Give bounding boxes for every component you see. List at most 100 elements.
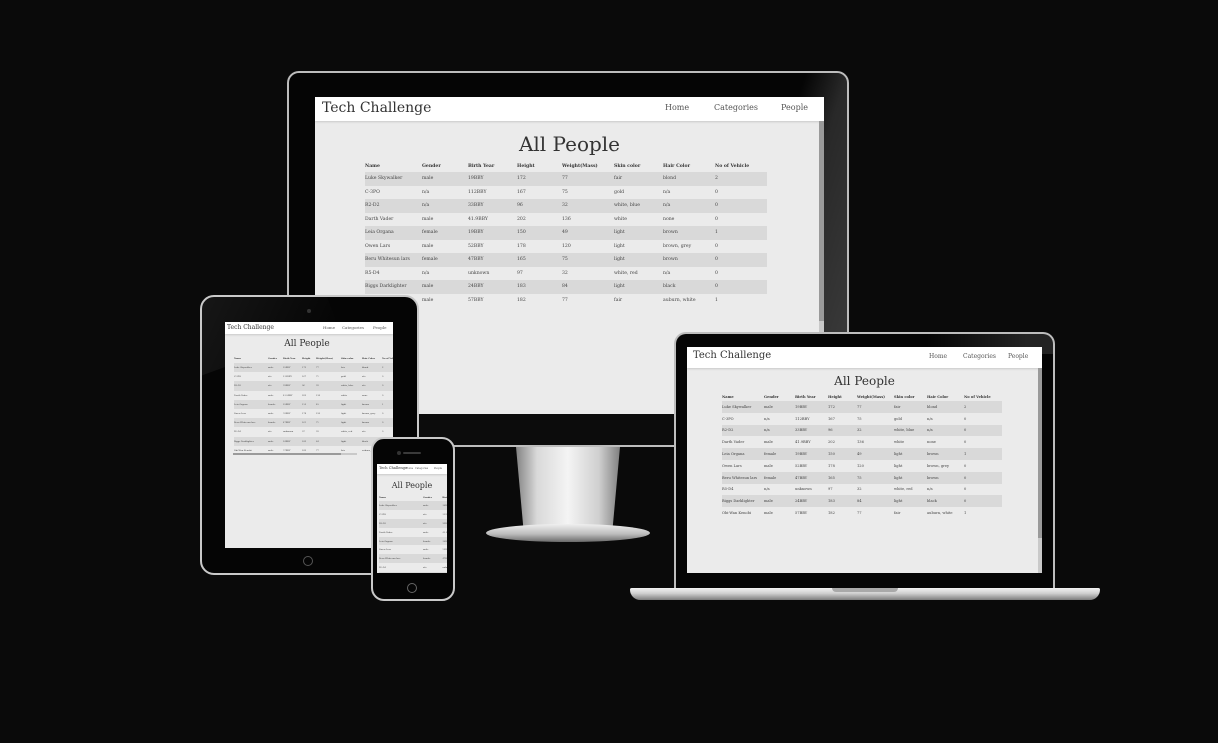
table-cell: Beru Whitesun lars [234, 418, 268, 428]
table-cell: Beru Whitesun lars [365, 253, 422, 267]
table-cell: 19BBY [442, 536, 447, 546]
nav-categories[interactable]: Categories [415, 467, 428, 470]
table-row: Luke Skywalker male 19BBY 172 77 fair blond 2 [234, 363, 393, 373]
table-cell: fair [614, 297, 623, 303]
table-cell: blond [362, 363, 382, 373]
table-cell: 0 [715, 216, 718, 222]
table-cell: light [341, 436, 362, 446]
table-cell: female [268, 418, 283, 428]
table-cell: black [663, 280, 715, 294]
scrollbar-thumb[interactable] [1038, 368, 1042, 538]
table-cell: 19BBY [283, 363, 302, 373]
table-row: Owen Lars male 52BBY [379, 545, 447, 554]
table-cell: male [423, 548, 429, 552]
tablet-home-button[interactable] [303, 556, 313, 566]
scrollbar-thumb[interactable] [233, 453, 341, 455]
site-brand[interactable]: Tech Challenge [322, 100, 431, 116]
nav-people[interactable]: People [1008, 353, 1028, 360]
table-cell: 2 [715, 172, 767, 186]
table-cell: female [268, 399, 283, 409]
table-cell: 96 [828, 424, 857, 437]
scrollbar-thumb[interactable] [819, 121, 824, 321]
table-cell: 0 [715, 270, 718, 276]
nav-home[interactable]: Home [323, 325, 335, 330]
phone-home-button[interactable] [407, 583, 417, 593]
table-cell: 178 [302, 412, 307, 416]
table-header-row: Name Gender Birth Year Height Weight(Mass) Sk… [365, 161, 767, 172]
table-header-row: Name Gender Birth Year Height Weight(Mass) Sk… [722, 392, 1002, 401]
scrollbar[interactable] [1038, 368, 1042, 573]
site-brand[interactable]: Tech Challenge [227, 324, 274, 331]
people-table: Name Gender Birth Year Height Weight(Mass) Sk… [234, 354, 393, 455]
table-cell: 0 [715, 189, 718, 195]
horizontal-scrollbar[interactable] [233, 453, 357, 455]
table-cell: light [341, 418, 362, 428]
table-cell: n/a [927, 416, 933, 421]
people-table: Name Gender Birth Year Height Weight(Mass) Sk… [365, 161, 767, 307]
nav-people[interactable]: People [373, 325, 387, 330]
column-header: Birth Year [283, 357, 296, 360]
table-cell: light [614, 226, 663, 240]
table-cell: female [423, 536, 443, 546]
table-cell: R5-D4 [365, 270, 380, 276]
column-header: Hair Color [362, 357, 375, 360]
table-cell: C-3PO [234, 375, 242, 379]
table-cell: Biggs Darklighter [365, 280, 422, 294]
people-table: NameGenderBirth YearLuke Skywalkermale19… [379, 493, 447, 573]
table-cell: 77 [857, 401, 894, 413]
column-header: Height [517, 164, 535, 169]
nav-home[interactable]: Home [665, 103, 689, 112]
table-cell: brown [362, 399, 382, 409]
page-title: All People [834, 374, 895, 388]
table-row: Obi-Wan Kenobi male 57BBY 182 77 fair auburn, … [722, 507, 1002, 519]
column-header: Birth Year [468, 164, 495, 169]
nav-people[interactable]: People [781, 103, 808, 112]
table-cell: 97 [517, 270, 523, 276]
table-cell: Luke Skywalker [722, 401, 764, 413]
table-cell: n/a [362, 375, 366, 379]
table-cell: 84 [562, 280, 614, 294]
table-cell: 172 [517, 172, 562, 186]
table-cell: white, blue [894, 424, 927, 437]
column-header: Name [379, 495, 387, 499]
nav-categories[interactable]: Categories [714, 103, 758, 112]
table-cell: 0 [964, 471, 1002, 484]
nav-categories[interactable]: Categories [342, 325, 364, 330]
table-cell: 75 [316, 418, 341, 428]
table-cell: none [927, 440, 936, 445]
table-cell: fair [614, 172, 663, 186]
table-cell: brown, grey [663, 243, 692, 249]
table-cell: 0 [964, 487, 967, 492]
table-cell: light [894, 471, 927, 484]
nav-people[interactable]: People [434, 467, 442, 470]
site-brand[interactable]: Tech Challenge [693, 350, 771, 361]
table-cell: 19BBY [283, 399, 302, 409]
table-cell: 33BBY [283, 381, 302, 391]
table-row: Beru Whitesun lars female 47BBY 165 75 light b… [722, 471, 1002, 484]
table-cell: 47BBY [795, 471, 828, 484]
table-header-row: Name Gender Birth Year Height Weight(Mass) Sk… [234, 354, 393, 363]
table-row: C-3PO n/a 112BBY 167 75 gold n/a 0 [234, 372, 393, 381]
table-cell: brown [927, 471, 964, 484]
table-cell: 97 [302, 430, 305, 434]
table-cell: unknown [468, 270, 490, 276]
table-cell: 77 [562, 172, 614, 186]
table-cell: blond [663, 172, 715, 186]
table-cell: male [422, 280, 468, 294]
table-cell: n/a [362, 381, 382, 391]
site-brand[interactable]: Tech Challenge [379, 466, 407, 470]
laptop-notch [832, 588, 898, 592]
table-cell: 1 [382, 399, 393, 409]
site-navbar: Tech Challenge Home Categories People [315, 97, 824, 121]
column-header: Weight(Mass) [562, 164, 598, 169]
nav-home[interactable]: Home [929, 353, 947, 360]
table-cell: 0 [715, 199, 767, 213]
table-cell: 202 [517, 216, 526, 222]
nav-home[interactable]: Home [406, 467, 413, 470]
nav-categories[interactable]: Categories [963, 353, 996, 360]
table-cell: 75 [857, 416, 862, 421]
table-cell: brown [663, 253, 715, 267]
table-row: Biggs Darklightermale24BBY [379, 572, 447, 573]
table-row: R5-D4 n/a unknown 97 32 white, red n/a 0 [365, 267, 767, 281]
table-cell: 49 [562, 226, 614, 240]
